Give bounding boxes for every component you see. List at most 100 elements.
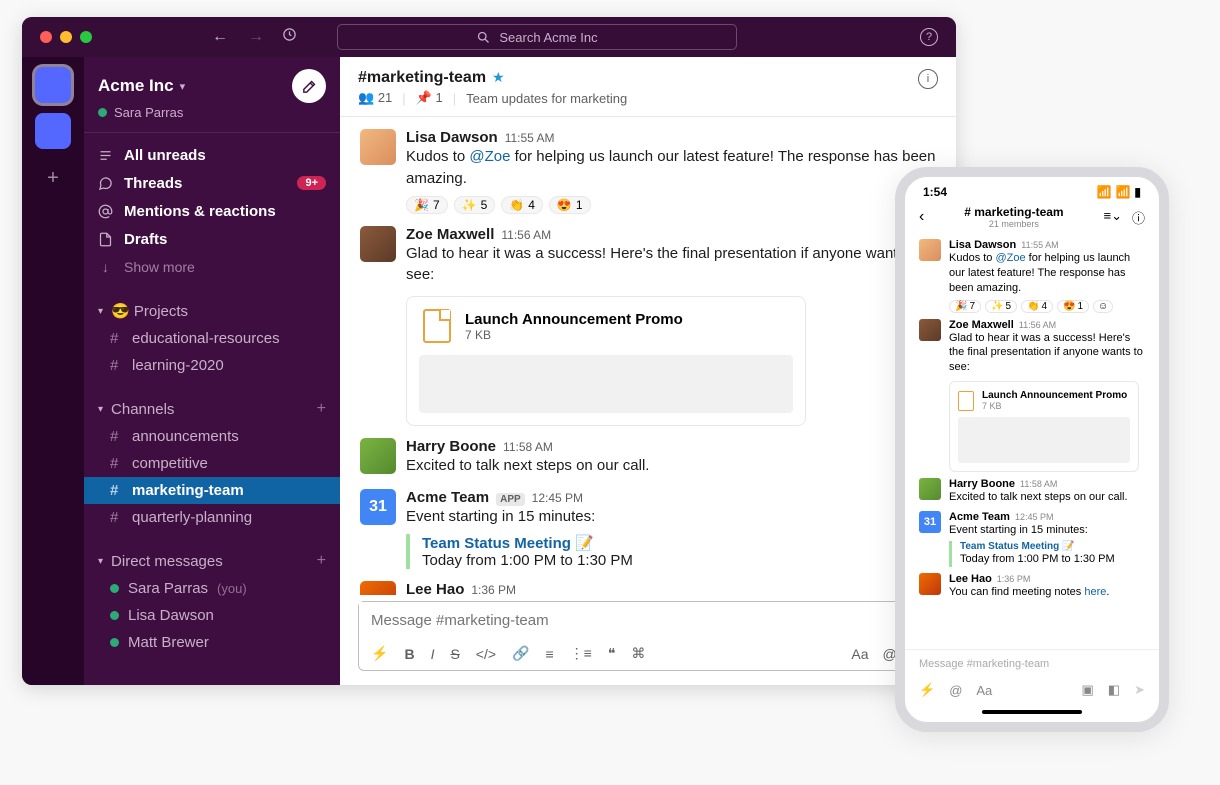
add-channel-button[interactable]: +	[317, 400, 326, 418]
dm-sara-parras[interactable]: Sara Parras (you)	[84, 575, 340, 602]
event-title: Team Status Meeting	[422, 535, 571, 552]
reaction[interactable]: ✨5	[454, 196, 496, 214]
nav-all-unreads[interactable]: All unreads	[84, 141, 340, 169]
send-button[interactable]: ➤	[1134, 682, 1145, 698]
help-icon[interactable]: ?	[920, 28, 938, 46]
info-icon[interactable]: i	[918, 69, 938, 89]
phone-channel-name[interactable]: # marketing-team	[964, 205, 1063, 219]
reaction[interactable]: 👏4	[1021, 300, 1053, 313]
attach-icon[interactable]: ▣	[1082, 682, 1094, 698]
reaction[interactable]: 👏4	[501, 196, 543, 214]
camera-icon[interactable]: ◧	[1108, 682, 1120, 698]
avatar[interactable]	[919, 478, 941, 500]
avatar[interactable]	[360, 129, 396, 165]
shortcuts-icon[interactable]: ⚡	[371, 645, 388, 662]
nav-forward-button[interactable]: →	[248, 28, 264, 46]
caret-icon: ▾	[98, 556, 103, 567]
message-author[interactable]: Lisa Dawson	[406, 129, 498, 146]
codeblock-icon[interactable]: ⌘	[631, 645, 645, 662]
member-count[interactable]: 👥 21	[358, 90, 392, 106]
reaction[interactable]: 😍1	[549, 196, 591, 214]
event-block[interactable]: Team Status Meeting 📝 Today from 1:00 PM…	[406, 534, 936, 569]
mention[interactable]: @Zoe	[469, 148, 510, 165]
avatar[interactable]	[360, 226, 396, 262]
section-channels[interactable]: ▾ Channels +	[84, 395, 340, 423]
reaction[interactable]: 🎉7	[949, 300, 981, 313]
phone-composer[interactable]: Message #marketing-team	[905, 650, 1159, 678]
mention-icon[interactable]: @	[949, 683, 962, 698]
avatar[interactable]: 31	[360, 489, 396, 525]
reaction[interactable]: 🎉7	[406, 196, 448, 214]
nav-threads[interactable]: Threads 9+	[84, 169, 340, 197]
reaction[interactable]: ✨5	[985, 300, 1017, 313]
at-icon	[98, 204, 113, 219]
code-icon[interactable]: </>	[476, 646, 496, 662]
link-icon[interactable]: 🔗	[512, 645, 529, 662]
add-workspace-button[interactable]: +	[47, 167, 59, 190]
channel-competitive[interactable]: #competitive	[84, 450, 340, 477]
nav-back-button[interactable]: ←	[212, 28, 228, 46]
dm-lisa-dawson[interactable]: Lisa Dawson	[84, 602, 340, 629]
close-window-button[interactable]	[40, 31, 52, 43]
message-author[interactable]: Zoe Maxwell	[406, 226, 494, 243]
nav-show-more[interactable]: ↓ Show more	[84, 253, 340, 281]
channel-quarterly-planning[interactable]: #quarterly-planning	[84, 504, 340, 531]
bold-icon[interactable]: B	[404, 646, 414, 662]
nav-drafts[interactable]: Drafts	[84, 225, 340, 253]
workspace-name[interactable]: Acme Inc	[98, 76, 174, 96]
strike-icon[interactable]: S	[450, 646, 459, 662]
avatar[interactable]: 31	[919, 511, 941, 533]
avatar[interactable]	[919, 239, 941, 261]
dm-matt-brewer[interactable]: Matt Brewer	[84, 629, 340, 656]
format-icon[interactable]: Aa	[851, 646, 868, 662]
bullet-list-icon[interactable]: ⋮≡	[570, 645, 592, 662]
message-text: Excited to talk next steps on our call.	[406, 455, 936, 477]
channel-educational-resources[interactable]: #educational-resources	[84, 325, 340, 352]
pin-count[interactable]: 📌 1	[416, 90, 443, 106]
channel-marketing-team[interactable]: #marketing-team	[84, 477, 340, 504]
reaction[interactable]: 😍1	[1057, 300, 1089, 313]
workspace-tile-1[interactable]	[35, 67, 71, 103]
message-author[interactable]: Harry Boone	[406, 438, 496, 455]
italic-icon[interactable]: I	[431, 646, 435, 662]
event-block[interactable]: Team Status Meeting 📝Today from 1:00 PM …	[949, 541, 1115, 567]
format-icon[interactable]: Aa	[976, 683, 992, 698]
composer-input[interactable]	[359, 602, 937, 639]
info-icon[interactable]: ⓘ	[1132, 208, 1145, 227]
file-attachment[interactable]: Launch Announcement Promo7 KB	[406, 296, 806, 426]
add-reaction-button[interactable]: ☺	[1093, 300, 1113, 313]
search-bar[interactable]: Search Acme Inc	[337, 24, 737, 50]
filter-icon[interactable]: ≡⌄	[1103, 208, 1121, 227]
star-icon[interactable]: ★	[492, 69, 505, 85]
add-dm-button[interactable]: +	[317, 552, 326, 570]
message-item: Harry Boone11:58 AM Excited to talk next…	[340, 434, 956, 485]
section-dms[interactable]: ▾ Direct messages +	[84, 547, 340, 575]
nav-mentions[interactable]: Mentions & reactions	[84, 197, 340, 225]
message-author[interactable]: Lee Hao	[406, 581, 464, 596]
current-user: Sara Parras	[114, 105, 183, 120]
avatar[interactable]	[360, 438, 396, 474]
channel-title[interactable]: #marketing-team	[358, 69, 486, 86]
channel-learning-2020[interactable]: #learning-2020	[84, 352, 340, 379]
channel-topic[interactable]: Team updates for marketing	[466, 91, 627, 106]
ordered-list-icon[interactable]: ≡	[545, 646, 553, 662]
maximize-window-button[interactable]	[80, 31, 92, 43]
avatar[interactable]	[919, 319, 941, 341]
file-attachment[interactable]: Launch Announcement Promo7 KB	[949, 381, 1139, 472]
chevron-down-icon: ▾	[180, 80, 186, 93]
phone-message-list[interactable]: Lisa Dawson11:55 AM Kudos to @Zoe for he…	[905, 235, 1159, 645]
avatar[interactable]	[360, 581, 396, 596]
channel-announcements[interactable]: #announcements	[84, 423, 340, 450]
section-projects[interactable]: ▾ 😎 Projects	[84, 297, 340, 325]
message-list[interactable]: Lisa Dawson11:55 AM Kudos to @Zoe for he…	[340, 117, 956, 595]
back-button[interactable]: ‹	[919, 208, 924, 226]
history-icon[interactable]	[282, 27, 297, 47]
message-author[interactable]: Acme Team	[406, 489, 489, 506]
minimize-window-button[interactable]	[60, 31, 72, 43]
compose-button[interactable]	[292, 69, 326, 103]
avatar[interactable]	[919, 573, 941, 595]
workspace-tile-2[interactable]	[35, 113, 71, 149]
quote-icon[interactable]: ❝	[608, 645, 616, 662]
shortcuts-icon[interactable]: ⚡	[919, 682, 935, 698]
drafts-icon	[98, 232, 113, 247]
